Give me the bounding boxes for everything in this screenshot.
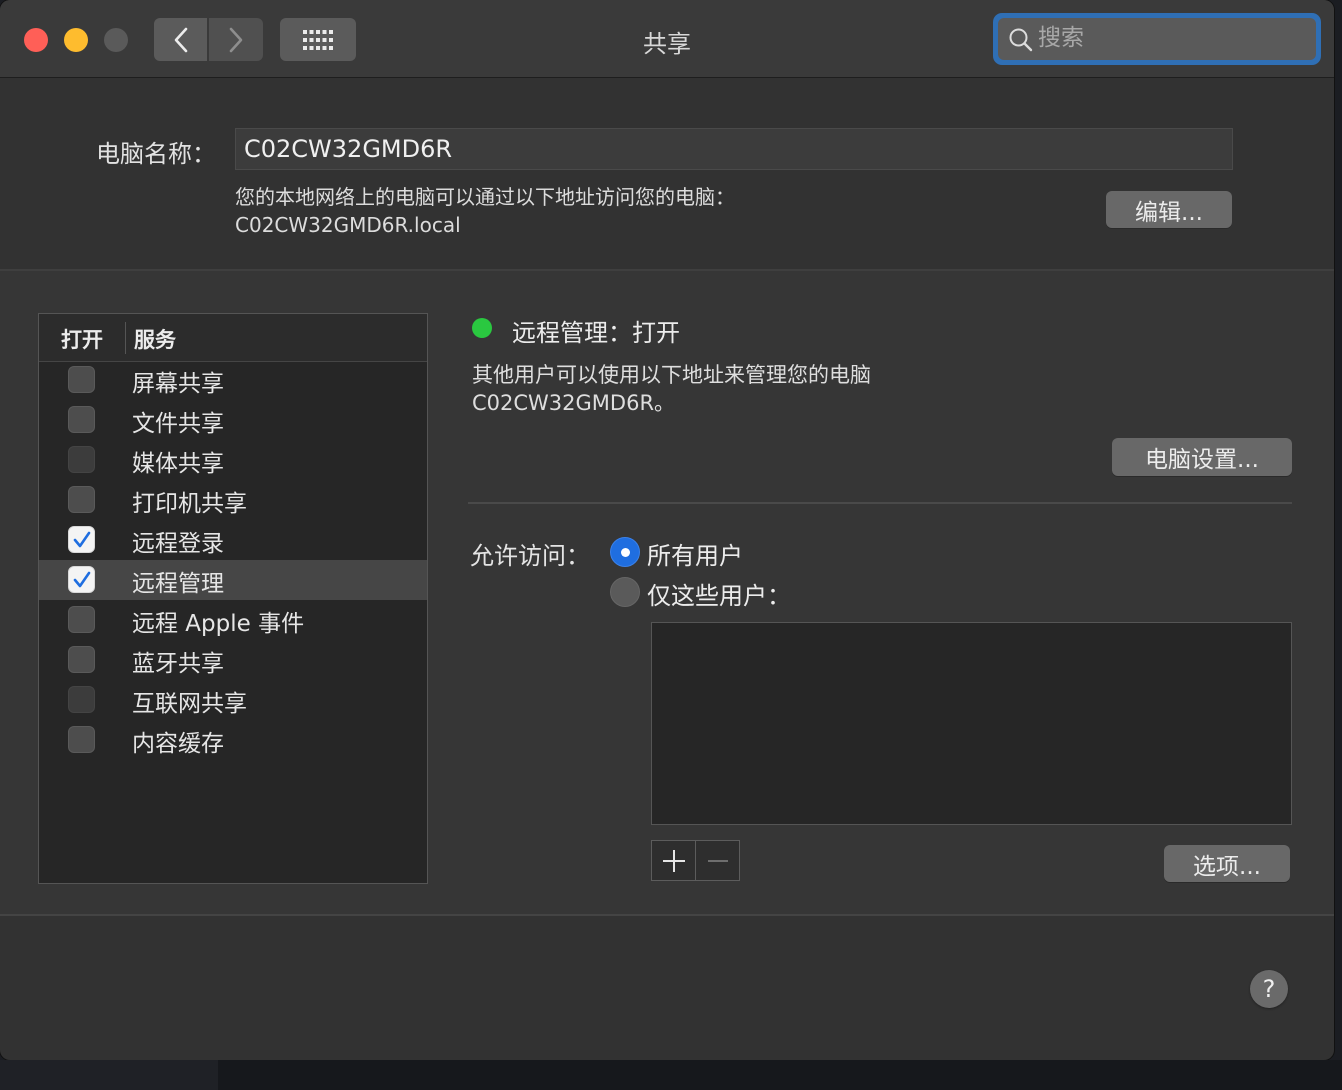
plus-icon (662, 849, 685, 872)
service-row[interactable]: 远程登录 (39, 520, 427, 560)
description-text: 其他用户可以使用以下地址来管理您的电脑 (472, 363, 871, 387)
service-row[interactable]: 远程管理 (39, 560, 427, 600)
description-address: C02CW32GMD6R。 (472, 391, 676, 415)
service-checkbox[interactable] (68, 606, 95, 633)
service-checkbox[interactable] (68, 686, 95, 713)
add-remove-control (651, 840, 740, 881)
service-label: 文件共享 (132, 411, 224, 437)
service-checkbox[interactable] (68, 486, 95, 513)
title-bar: 共享 (0, 0, 1334, 78)
search-field[interactable] (998, 18, 1316, 60)
service-label: 远程 Apple 事件 (132, 611, 305, 637)
checkmark-icon (73, 571, 91, 588)
service-checkbox[interactable] (68, 406, 95, 433)
service-row[interactable]: 打印机共享 (39, 480, 427, 520)
computer-settings-button[interactable]: 电脑设置... (1112, 438, 1292, 476)
service-row[interactable]: 互联网共享 (39, 680, 427, 720)
remove-user-button[interactable] (696, 841, 739, 880)
service-label: 屏幕共享 (132, 371, 224, 397)
only-these-users-label[interactable]: 仅这些用户： (647, 576, 791, 611)
service-row[interactable]: 媒体共享 (39, 440, 427, 480)
service-label: 打印机共享 (132, 491, 247, 517)
status-indicator (472, 318, 492, 338)
service-row[interactable]: 屏幕共享 (39, 360, 427, 400)
service-checkbox[interactable] (68, 526, 95, 553)
options-button[interactable]: 选项... (1164, 845, 1290, 882)
add-user-button[interactable] (652, 841, 696, 880)
service-label: 内容缓存 (132, 731, 224, 757)
all-users-radio[interactable] (610, 537, 640, 567)
services-list-header: 打开 服务 (39, 314, 427, 362)
service-checkbox[interactable] (68, 446, 95, 473)
only-these-users-radio[interactable] (610, 577, 640, 607)
help-button[interactable]: ? (1250, 970, 1288, 1008)
minus-icon (707, 859, 728, 862)
service-row[interactable]: 远程 Apple 事件 (39, 600, 427, 640)
service-checkbox[interactable] (68, 646, 95, 673)
service-row[interactable]: 文件共享 (39, 400, 427, 440)
local-hostname: C02CW32GMD6R.local (235, 213, 461, 237)
desktop-segment (0, 1060, 218, 1090)
allowed-users-list[interactable] (651, 622, 1292, 825)
allow-access-label: 允许访问： (470, 542, 590, 570)
column-separator (125, 322, 126, 354)
checkmark-icon (73, 531, 91, 548)
search-input[interactable] (1038, 18, 1308, 58)
sharing-preferences-window: 共享 电脑名称： 您的本地网络上的电脑可以通过以下地址访问您的电脑： C02CW… (0, 0, 1334, 1060)
edit-hostname-button[interactable]: 编辑... (1106, 191, 1232, 228)
desktop-background (0, 1060, 1342, 1090)
computer-name-label: 电脑名称： (96, 140, 216, 168)
service-label: 远程管理 (132, 571, 224, 597)
service-checkbox[interactable] (68, 726, 95, 753)
radio-selected-dot (621, 548, 630, 557)
search-icon (1009, 28, 1033, 52)
remote-management-description: 其他用户可以使用以下地址来管理您的电脑 C02CW32GMD6R。 (472, 361, 871, 417)
search-focus-ring (993, 13, 1321, 65)
service-checkbox[interactable] (68, 566, 95, 593)
service-status-title: 远程管理：打开 (512, 319, 680, 347)
service-label: 蓝牙共享 (132, 651, 224, 677)
service-label: 互联网共享 (132, 691, 247, 717)
all-users-label[interactable]: 所有用户 (647, 536, 743, 571)
address-description-text: 您的本地网络上的电脑可以通过以下地址访问您的电脑： (235, 185, 735, 209)
column-header-on[interactable]: 打开 (61, 324, 103, 354)
service-label: 媒体共享 (132, 451, 224, 477)
column-header-service[interactable]: 服务 (134, 324, 176, 354)
service-label: 远程登录 (132, 531, 224, 557)
service-row[interactable]: 蓝牙共享 (39, 640, 427, 680)
services-list[interactable]: 打开 服务 屏幕共享文件共享媒体共享打印机共享远程登录远程管理远程 Apple … (38, 313, 428, 884)
computer-name-input[interactable] (235, 128, 1233, 170)
computer-address-description: 您的本地网络上的电脑可以通过以下地址访问您的电脑： C02CW32GMD6R.l… (235, 183, 735, 239)
detail-divider (468, 502, 1292, 504)
service-checkbox[interactable] (68, 366, 95, 393)
service-row[interactable]: 内容缓存 (39, 720, 427, 760)
